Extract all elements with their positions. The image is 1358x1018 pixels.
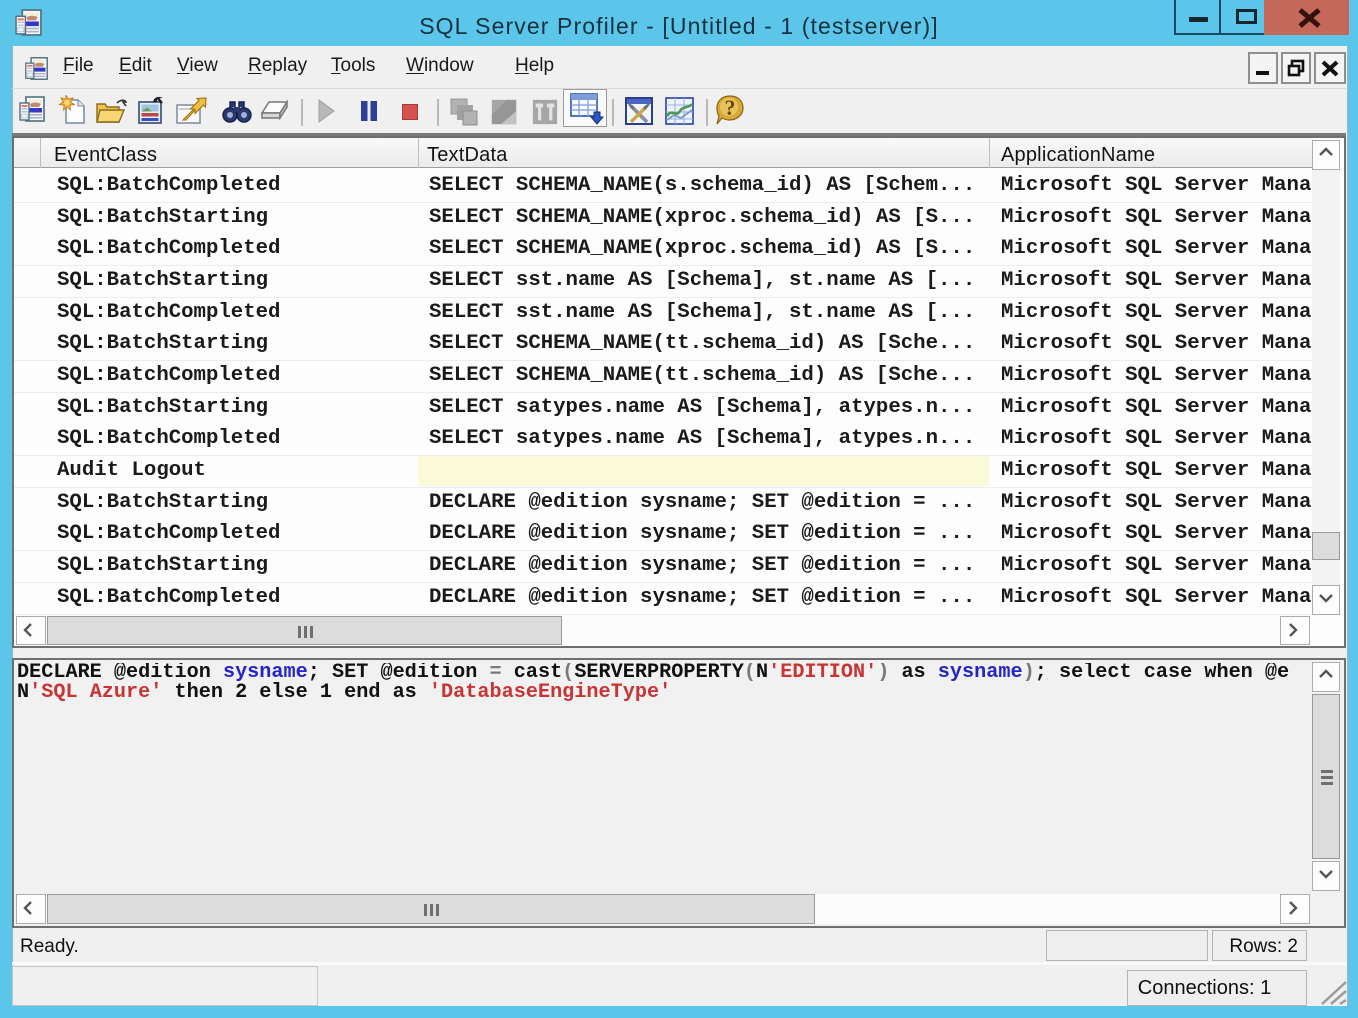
svg-text:?: ? — [725, 95, 736, 120]
